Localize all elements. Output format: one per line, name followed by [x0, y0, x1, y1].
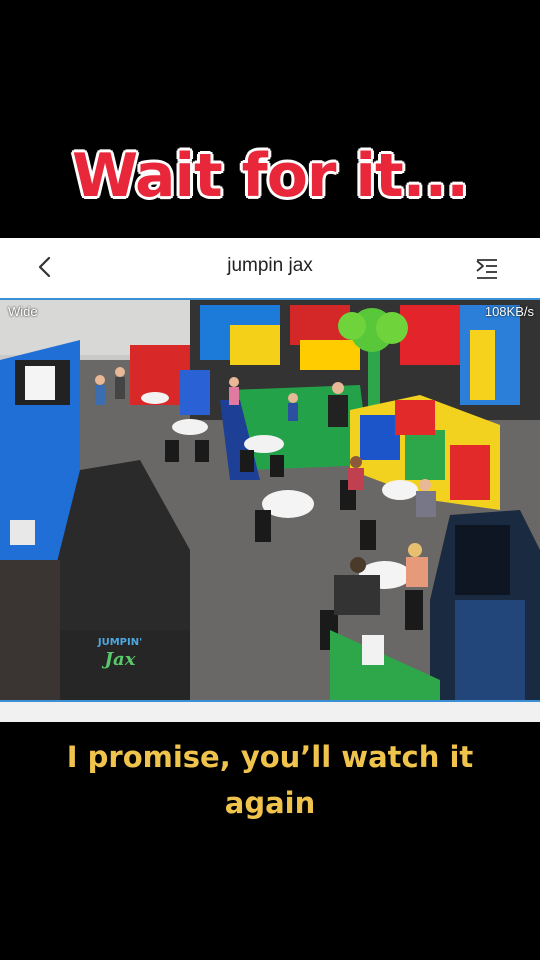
nav-bar: jumpin jax: [0, 238, 540, 298]
menu-list-icon: [476, 259, 497, 279]
view-mode-label: Wide: [8, 304, 38, 319]
svg-text:JUMPIN': JUMPIN': [97, 637, 142, 648]
bitrate-label: 108KB/s: [484, 304, 534, 319]
caption-text: I promise, you’ll watch it again: [66, 740, 474, 820]
menu-button[interactable]: [474, 256, 500, 282]
camera-feed[interactable]: Jax JUMPIN' Wide 108KB/s: [0, 298, 540, 702]
camera-app-panel: jumpin jax Jax JUMPIN' Wide 108KB/s: [0, 238, 540, 722]
headline-text: Wait for it...: [71, 140, 470, 212]
camera-title: jumpin jax: [227, 255, 313, 276]
svg-text:Jax: Jax: [102, 649, 136, 670]
feed-footer: [0, 702, 540, 722]
camera-feed-image: Jax JUMPIN': [0, 300, 540, 700]
